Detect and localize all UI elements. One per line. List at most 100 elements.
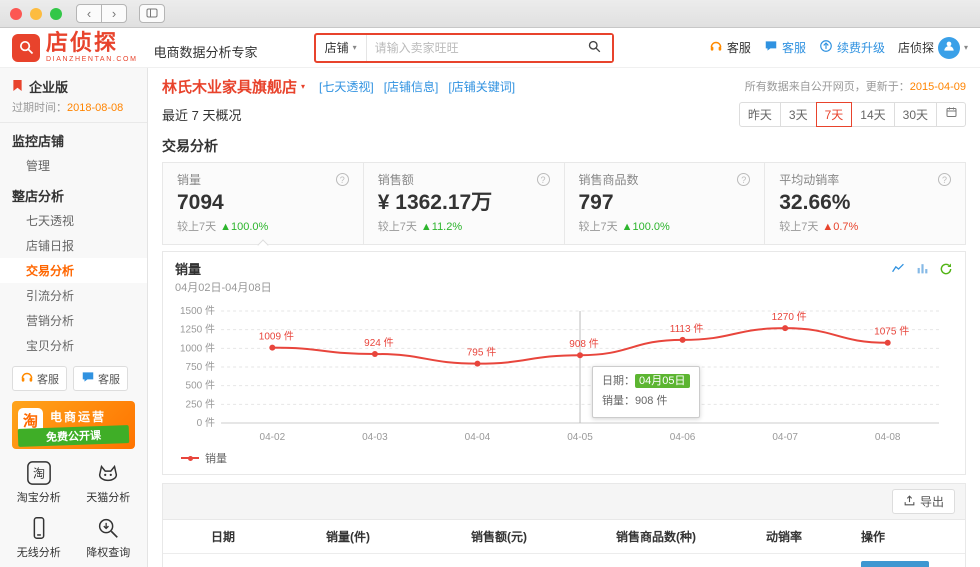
tool-taobao-analysis[interactable]: 淘 淘宝分析 [4,459,74,505]
export-button[interactable]: 导出 [892,489,955,514]
svg-text:924 件: 924 件 [364,337,393,349]
range-14day-button[interactable]: 14天 [851,102,894,127]
selected-card-notch [257,240,268,251]
svg-text:500 件: 500 件 [186,380,215,392]
stat-card-products-sold[interactable]: 销售商品数? 797 较上7天▲100.0% [565,163,766,244]
svg-text:908 件: 908 件 [569,338,598,350]
range-30day-button[interactable]: 30天 [894,102,937,127]
browser-forward-button[interactable]: › [101,4,127,23]
svg-text:1075 件: 1075 件 [874,326,909,338]
stat-value: 32.66% [779,190,951,215]
svg-text:04-02: 04-02 [260,432,286,443]
chat-icon [764,39,778,56]
data-update-note: 所有数据来自公开网页，更新于：2015-04-09 [745,78,966,94]
sidebar-service-button-b[interactable]: 客服 [73,366,128,391]
section-title: 交易分析 [162,136,966,156]
col-products: 销售商品数(种) [608,520,758,554]
svg-text:250 件: 250 件 [186,399,215,411]
stat-card-revenue[interactable]: 销售额? ¥ 1362.17万 较上7天▲11.2% [364,163,565,244]
store-link-seven-day[interactable]: [七天透视] [319,78,374,95]
logo-title: 店侦探 [46,32,138,54]
export-icon [903,494,916,510]
search-button[interactable] [578,35,612,61]
mobile-icon [4,514,74,542]
site-logo[interactable]: 店侦探 DIANZHENTAN.COM [12,32,138,63]
browser-titlebar: ‹ › [0,0,980,28]
calendar-picker-button[interactable] [936,102,966,127]
stat-value: ¥ 1362.17万 [378,190,550,215]
col-rate: 动销率 [758,520,853,554]
sidebar-item-transaction-analysis[interactable]: 交易分析 [0,258,147,283]
sidebar-item-daily-report[interactable]: 店铺日报 [0,233,147,258]
col-volume: 销量(件) [318,520,463,554]
sidebar-item-marketing-analysis[interactable]: 营销分析 [0,308,147,333]
sidebar: 企业版 过期时间：2018-08-08 监控店铺 管理 整店分析 七天透视 店铺… [0,68,148,567]
line-chart-icon[interactable] [890,262,906,275]
view-detail-button[interactable]: 查看详情 [861,561,929,567]
range-7day-button[interactable]: 7天 [816,102,853,127]
svg-text:0 件: 0 件 [197,417,215,429]
demote-search-icon [74,514,144,542]
store-link-info[interactable]: [店铺信息] [384,78,439,95]
stat-cards: 销量? 7094 较上7天▲100.0% 销售额? ¥ 1362.17万 较上7… [162,162,966,245]
minimize-window-button[interactable] [30,8,42,20]
range-3day-button[interactable]: 3天 [780,102,817,127]
service-link-b[interactable]: 客服 [764,39,806,56]
sidebar-group-store-analysis[interactable]: 整店分析 [0,178,147,208]
logo-domain: DIANZHENTAN.COM [46,56,138,63]
sidebar-item-seven-day[interactable]: 七天透视 [0,208,147,233]
chevron-down-icon: ▾ [964,43,968,52]
sidebar-group-monitor[interactable]: 监控店铺 [0,123,147,153]
tool-tmall-analysis[interactable]: 天猫分析 [74,459,144,505]
range-yesterday-button[interactable]: 昨天 [739,102,781,127]
sidebar-item-traffic-analysis[interactable]: 引流分析 [0,283,147,308]
user-menu[interactable]: 店侦探 ▾ [898,37,968,59]
svg-text:750 件: 750 件 [186,361,215,373]
tool-grid: 淘 淘宝分析 天猫分析 无线分析 降权查询 直通车推广 店铺DSR [0,455,147,567]
renew-upgrade-link[interactable]: 续费升级 [819,39,885,56]
table-row: 1. 2015-04-08 1075 ¥ 206.33万 354 33.05% … [163,554,965,567]
col-action: 操作 [853,520,965,554]
promo-banner[interactable]: 淘 电商运营 免费公开课 [12,401,135,449]
chart-area: 0 件250 件500 件750 件1000 件1250 件1500 件04-0… [175,297,953,447]
search-input[interactable] [367,35,578,61]
tab-overview-button[interactable] [139,4,165,23]
chart-legend[interactable]: 销量 [175,447,953,470]
col-index [163,520,203,554]
taobao-icon: 淘 [4,459,74,487]
sidebar-service-button-a[interactable]: 客服 [12,366,67,391]
tool-demotion-check[interactable]: 降权查询 [74,514,144,560]
sales-line-chart: 0 件250 件500 件750 件1000 件1250 件1500 件04-0… [175,297,953,447]
trend-up-badge: ▲0.7% [822,221,858,233]
vip-ribbon-icon [12,79,23,95]
bar-chart-icon[interactable] [915,262,930,275]
col-revenue: 销售额(元) [463,520,608,554]
headset-icon [709,39,723,56]
stat-card-sell-through-rate[interactable]: 平均动销率? 32.66% 较上7天▲0.7% [765,163,965,244]
info-icon[interactable]: ? [938,173,951,186]
close-window-button[interactable] [10,8,22,20]
tool-wireless-analysis[interactable]: 无线分析 [4,514,74,560]
refresh-icon[interactable] [939,262,953,276]
zoom-window-button[interactable] [50,8,62,20]
info-icon[interactable]: ? [336,173,349,186]
calendar-icon [945,105,958,123]
svg-text:04-07: 04-07 [772,432,798,443]
stat-value: 7094 [177,190,349,215]
store-link-keywords[interactable]: [店铺关键词] [448,78,515,95]
info-icon[interactable]: ? [737,173,750,186]
overview-title: 最近 7 天概况 [162,105,241,124]
store-name-dropdown[interactable]: 林氏木业家具旗舰店 ▾ [162,76,305,97]
service-link-a[interactable]: 客服 [709,39,751,56]
col-date: 日期 [203,520,318,554]
search-scope-select[interactable]: 店铺 ▾ [316,35,367,61]
daily-data-table-card: 导出 日期 销量(件) 销售额(元) 销售商品数(种) 动销率 [162,483,966,567]
sidebar-item-manage[interactable]: 管理 [0,153,147,178]
tmall-cat-icon [74,459,144,487]
sidebar-item-product-analysis[interactable]: 宝贝分析 [0,333,147,358]
svg-text:1500 件: 1500 件 [180,305,215,317]
browser-back-button[interactable]: ‹ [76,4,102,23]
stat-card-sales-volume[interactable]: 销量? 7094 较上7天▲100.0% [163,163,364,244]
info-icon[interactable]: ? [537,173,550,186]
person-icon [942,39,956,56]
